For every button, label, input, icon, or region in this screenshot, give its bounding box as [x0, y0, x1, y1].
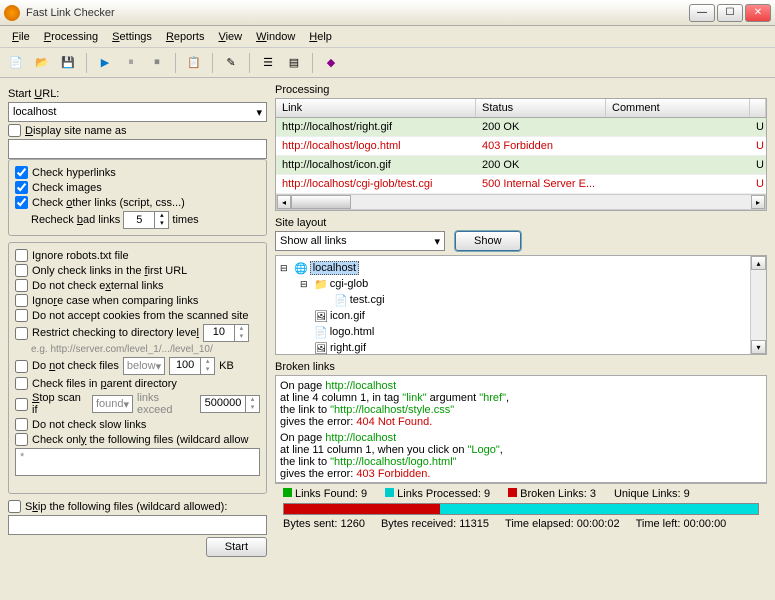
- chk-parent[interactable]: [15, 377, 28, 390]
- list2-icon[interactable]: ▤: [284, 53, 304, 73]
- start-button[interactable]: Start: [206, 537, 267, 557]
- advanced-options-group: Ignore robots.txt file Only check links …: [8, 242, 267, 494]
- menu-processing[interactable]: Processing: [38, 29, 104, 45]
- statusbar: Links Found: 9 Links Processed: 9 Broken…: [275, 483, 767, 532]
- files-compare-combo[interactable]: below▾: [123, 357, 165, 375]
- progress-bar: [283, 503, 759, 515]
- chk-no-cookies[interactable]: [15, 309, 28, 322]
- list1-icon[interactable]: ☰: [258, 53, 278, 73]
- restrict-spinner[interactable]: ▴▾: [203, 324, 249, 342]
- minimize-button[interactable]: —: [689, 4, 715, 22]
- help-icon[interactable]: ◆: [321, 53, 341, 73]
- pause-icon[interactable]: ⏸: [121, 53, 141, 73]
- stop-combo[interactable]: found▾: [92, 395, 133, 413]
- chk-only-following[interactable]: [15, 433, 28, 446]
- close-button[interactable]: ✕: [745, 4, 771, 22]
- tree-item[interactable]: ⊟📁cgi-glob: [300, 276, 762, 292]
- sitelayout-label: Site layout: [275, 217, 767, 229]
- col-link[interactable]: Link: [276, 99, 476, 117]
- broken-label: Broken links: [275, 361, 767, 373]
- processing-label: Processing: [275, 84, 767, 96]
- menu-help[interactable]: Help: [303, 29, 338, 45]
- menu-view[interactable]: View: [212, 29, 248, 45]
- processing-table: Link Status Comment http://localhost/rig…: [275, 98, 767, 211]
- only-files-input[interactable]: *: [15, 448, 260, 476]
- chk-ignore-case[interactable]: [15, 294, 28, 307]
- broken-log[interactable]: On page http://localhost at line 4 colum…: [275, 375, 767, 483]
- start-url-label: Start URL:: [8, 88, 267, 100]
- chk-only-first[interactable]: [15, 264, 28, 277]
- chk-restrict-dir[interactable]: [15, 327, 28, 340]
- tree-item[interactable]: ⊟🌐localhost: [280, 260, 762, 276]
- menu-settings[interactable]: Settings: [106, 29, 158, 45]
- table-row[interactable]: http://localhost/icon.gif200 OKU: [276, 156, 766, 175]
- display-as-input[interactable]: [8, 139, 267, 159]
- chk-no-files[interactable]: [15, 360, 28, 373]
- copy-icon[interactable]: 📋: [184, 53, 204, 73]
- edit-icon[interactable]: ✎: [221, 53, 241, 73]
- play-icon[interactable]: ▶: [95, 53, 115, 73]
- col-status[interactable]: Status: [476, 99, 606, 117]
- show-button[interactable]: Show: [455, 231, 521, 251]
- save-icon[interactable]: 💾: [58, 53, 78, 73]
- open-icon[interactable]: 📂: [32, 53, 52, 73]
- maximize-button[interactable]: ☐: [717, 4, 743, 22]
- display-as-label: Display site name as: [25, 125, 127, 137]
- filter-combo[interactable]: Show all links▾: [275, 231, 445, 251]
- hscroll[interactable]: ◂▸: [276, 194, 766, 210]
- tree-item[interactable]: 📄test.cgi: [320, 292, 762, 308]
- titlebar: Fast Link Checker — ☐ ✕: [0, 0, 775, 26]
- menu-file[interactable]: File: [6, 29, 36, 45]
- chk-images[interactable]: [15, 181, 28, 194]
- col-comment[interactable]: Comment: [606, 99, 750, 117]
- tree-item[interactable]: 📄logo.html: [300, 324, 762, 340]
- chevron-down-icon: ▾: [256, 106, 262, 119]
- chk-other[interactable]: [15, 196, 28, 209]
- table-row[interactable]: http://localhost/cgi-glob/test.cgi500 In…: [276, 175, 766, 194]
- app-icon: [4, 5, 20, 21]
- files-size-spinner[interactable]: ▴▾: [169, 357, 215, 375]
- chk-robots[interactable]: [15, 249, 28, 262]
- chk-skip-following[interactable]: [8, 500, 21, 513]
- new-icon[interactable]: 📄: [6, 53, 26, 73]
- chk-stop-scan[interactable]: [15, 398, 28, 411]
- chk-no-external[interactable]: [15, 279, 28, 292]
- menubar: File Processing Settings Reports View Wi…: [0, 26, 775, 48]
- check-options-group: Check hyperlinks Check images Check othe…: [8, 159, 267, 236]
- stop-spinner[interactable]: ▴▾: [200, 395, 260, 413]
- start-url-combo[interactable]: localhost▾: [8, 102, 267, 122]
- skip-files-input[interactable]: [8, 515, 267, 535]
- toolbar: 📄 📂 💾 ▶ ⏸ ⏹ 📋 ✎ ☰ ▤ ◆: [0, 48, 775, 78]
- window-title: Fast Link Checker: [26, 7, 689, 19]
- tree-item[interactable]: 🖼icon.gif: [300, 308, 762, 324]
- stop-icon[interactable]: ⏹: [147, 53, 167, 73]
- chk-hyperlinks[interactable]: [15, 166, 28, 179]
- table-row[interactable]: http://localhost/right.gif200 OKU: [276, 118, 766, 137]
- menu-window[interactable]: Window: [250, 29, 301, 45]
- tree-item[interactable]: 🖼right.gif: [300, 340, 762, 355]
- chk-no-slow[interactable]: [15, 418, 28, 431]
- chevron-down-icon: ▾: [434, 235, 440, 248]
- menu-reports[interactable]: Reports: [160, 29, 211, 45]
- recheck-spinner[interactable]: ▴▾: [123, 211, 169, 229]
- display-as-check[interactable]: [8, 124, 21, 137]
- settings-panel: Start URL: localhost▾ Display site name …: [0, 78, 275, 599]
- vscroll[interactable]: ▴▾: [750, 256, 766, 354]
- tree[interactable]: ⊟🌐localhost⊟📁cgi-glob📄test.cgi🖼icon.gif📄…: [275, 255, 767, 355]
- table-row[interactable]: http://localhost/logo.html403 ForbiddenU: [276, 137, 766, 156]
